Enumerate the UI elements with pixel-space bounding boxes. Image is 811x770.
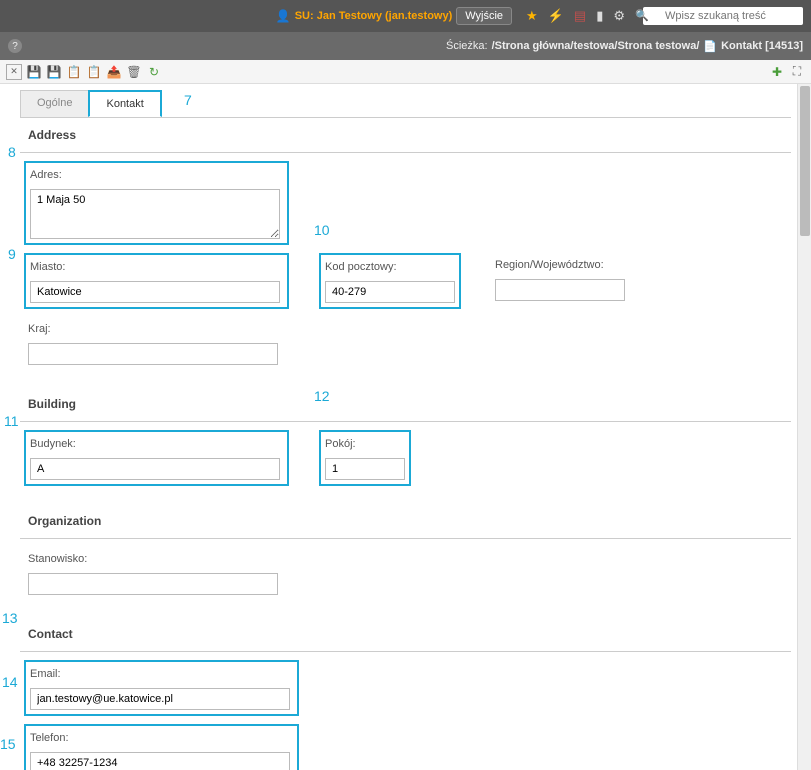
budynek-label: Budynek: [30, 436, 283, 452]
pokoj-input[interactable] [325, 458, 405, 480]
section-building-header: Building [20, 387, 791, 422]
section-address-header: Address [20, 118, 791, 153]
bolt-icon[interactable]: ⚡ [548, 8, 564, 24]
region-input[interactable] [495, 279, 625, 301]
kod-input[interactable] [325, 281, 455, 303]
user-info: 👤 SU: Jan Testowy (jan.testowy) Wyjście [276, 7, 512, 25]
book-icon[interactable]: ▤ [574, 8, 586, 24]
region-label: Region/Województwo: [495, 257, 625, 273]
copy-icon[interactable]: 📋 [66, 64, 82, 80]
miasto-label: Miasto: [30, 259, 283, 275]
miasto-input[interactable] [30, 281, 280, 303]
section-building: Building Budynek: Pokój: [20, 387, 791, 494]
section-organization-header: Organization [20, 504, 791, 539]
star-icon[interactable]: ★ [526, 8, 538, 24]
save-icon[interactable]: 💾 [26, 64, 42, 80]
add-icon[interactable]: ✚ [769, 64, 785, 80]
search-wrap [631, 7, 803, 25]
refresh-icon[interactable]: ↻ [146, 64, 162, 80]
field-kraj: Kraj: [24, 317, 289, 369]
form-container: Address Adres: Miasto: Kod pocztowy: [20, 117, 791, 770]
field-pokoj: Pokój: [319, 430, 411, 486]
field-adres: Adres: [24, 161, 289, 245]
section-organization: Organization Stanowisko: [20, 504, 791, 607]
path-label: Ścieżka: [446, 40, 488, 52]
document-label: Kontakt [14513] [721, 40, 803, 52]
export-icon[interactable]: 📤 [106, 64, 122, 80]
email-input[interactable] [30, 688, 290, 710]
flag-icon[interactable]: ▮ [596, 8, 603, 24]
scrollbar[interactable] [797, 84, 811, 770]
breadcrumb[interactable]: /Strona główna/testowa/Strona testowa/ [492, 40, 700, 52]
telefon-label: Telefon: [30, 730, 293, 746]
toolbar: ✕ 💾 💾 📋 📋 📤 🗑 ↻ ✚ ⛶ [0, 60, 811, 84]
field-region: Region/Województwo: [491, 253, 629, 309]
top-icons: ★ ⚡ ▤ ▮ ⚙ [526, 8, 625, 24]
adres-label: Adres: [30, 167, 283, 183]
settings-icon[interactable]: ⚙ [613, 8, 625, 24]
email-label: Email: [30, 666, 293, 682]
scrollbar-thumb[interactable] [800, 86, 810, 236]
telefon-input[interactable] [30, 752, 290, 770]
kraj-label: Kraj: [28, 321, 285, 337]
trash-icon[interactable]: 🗑 [126, 64, 142, 80]
main-area: Ogólne Kontakt Address Adres: Miasto: [0, 84, 811, 770]
search-input[interactable] [643, 7, 803, 25]
field-miasto: Miasto: [24, 253, 289, 309]
exit-button[interactable]: Wyjście [456, 7, 512, 25]
budynek-input[interactable] [30, 458, 280, 480]
section-address: Address Adres: Miasto: Kod pocztowy: [20, 118, 791, 377]
field-email: Email: [24, 660, 299, 716]
content: Ogólne Kontakt Address Adres: Miasto: [0, 84, 811, 770]
tab-contact[interactable]: Kontakt [88, 90, 161, 117]
stanowisko-label: Stanowisko: [28, 551, 285, 567]
kraj-input[interactable] [28, 343, 278, 365]
stanowisko-input[interactable] [28, 573, 278, 595]
paste-icon[interactable]: 📋 [86, 64, 102, 80]
kod-label: Kod pocztowy: [325, 259, 455, 275]
top-bar: 👤 SU: Jan Testowy (jan.testowy) Wyjście … [0, 0, 811, 32]
close-icon[interactable]: ✕ [6, 64, 22, 80]
help-icon[interactable]: ? [8, 39, 22, 53]
user-icon: 👤 [276, 9, 291, 23]
tabs: Ogólne Kontakt [0, 84, 811, 117]
document-icon: 📄 [703, 40, 717, 53]
field-kod: Kod pocztowy: [319, 253, 461, 309]
field-stanowisko: Stanowisko: [24, 547, 289, 599]
section-contact-header: Contact [20, 617, 791, 652]
pokoj-label: Pokój: [325, 436, 405, 452]
save-as-icon[interactable]: 💾 [46, 64, 62, 80]
tab-general[interactable]: Ogólne [20, 90, 89, 117]
adres-input[interactable] [30, 189, 280, 239]
su-label: SU: Jan Testowy (jan.testowy) [295, 10, 453, 22]
expand-icon[interactable]: ⛶ [789, 64, 805, 80]
path-bar: ? Ścieżka: /Strona główna/testowa/Strona… [0, 32, 811, 60]
section-contact: Contact Email: Telefon: Kom: [20, 617, 791, 770]
field-budynek: Budynek: [24, 430, 289, 486]
field-telefon: Telefon: [24, 724, 299, 770]
